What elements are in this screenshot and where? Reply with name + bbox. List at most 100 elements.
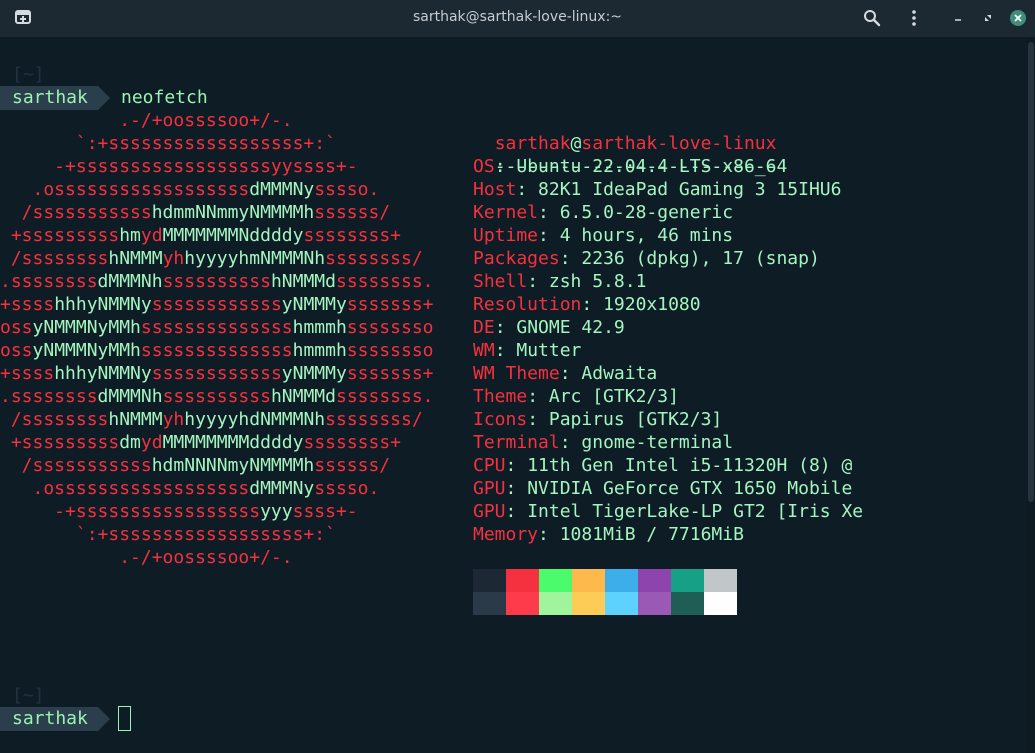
new-tab-icon[interactable]: [11, 7, 35, 29]
logo-segment: dMMMNh: [97, 271, 163, 292]
logo-segment: dMMMNh: [97, 386, 163, 407]
logo-line: -+ssssssssssssssssssyyssss+-: [0, 155, 412, 178]
terminal-cursor[interactable]: [118, 706, 131, 731]
logo-segment: dMMMNy: [249, 179, 315, 200]
info-row: Icons: Papirus [GTK2/3]: [473, 409, 723, 430]
logo-segment: ssssssss+: [303, 432, 412, 453]
palette-swatch: [539, 592, 572, 615]
logo-line: .-/+oossssoo+/-.: [0, 546, 412, 569]
logo-segment: ssssssss/: [325, 248, 434, 269]
logo-line: +sssssssssdmydMMMMMMMMddddyssssssss+: [0, 431, 412, 454]
info-key: Kernel: [473, 202, 539, 223]
info-value: Mutter: [516, 340, 582, 361]
scrollbar-thumb[interactable]: [1028, 42, 1034, 502]
info-key: Host: [473, 179, 517, 200]
prompt-dir: [~]: [12, 64, 45, 85]
scrollbar[interactable]: [1027, 38, 1035, 753]
logo-segment: hdmNNNNmyNMMMMh: [151, 455, 315, 476]
logo-segment: hmmmh: [292, 340, 347, 361]
logo-segment: ssssssss.: [335, 271, 434, 292]
logo-line: .ssssssssdMMMNhsssssssssshNMMMdssssssss.: [0, 270, 434, 293]
palette-swatch: [704, 569, 737, 592]
logo-segment: ssssssssss: [162, 271, 271, 292]
info-key: Resolution: [473, 294, 582, 315]
logo-segment: +ssss: [0, 363, 55, 384]
logo-segment: .-/+oossssoo+/-.: [0, 547, 412, 568]
prompt-arrow: [98, 86, 110, 110]
logo-line: .ossssssssssssssssssdMMMNysssso.: [0, 477, 412, 500]
info-row: Memory: 1081MiB / 7716MiB: [473, 524, 744, 545]
info-row: Shell: zsh 5.8.1: [473, 271, 647, 292]
minimize-icon[interactable]: [946, 7, 970, 29]
logo-line: +sssshhhyNMMNyssssssssssssyNMMMysssssss+: [0, 362, 434, 385]
logo-line: /sssssssshNMMMyhhyyyyhmNMMMNhssssssss/: [0, 247, 434, 270]
close-icon[interactable]: [1006, 7, 1030, 29]
logo-segment: .ossssssssssssssssss: [0, 478, 250, 499]
logo-segment: hyyyyhdNMMMNh: [184, 409, 326, 430]
palette-swatch: [506, 569, 539, 592]
logo-segment: /sssssssssss: [0, 455, 152, 476]
logo-segment: +sssssssss: [0, 432, 120, 453]
palette-swatch: [671, 569, 704, 592]
logo-line: .ossssssssssssssssssdMMMNysssso.: [0, 178, 412, 201]
logo-segment: yNMMMy: [281, 294, 347, 315]
info-key: OS: [473, 156, 495, 177]
logo-segment: ssssssssss: [162, 386, 271, 407]
logo-segment: yNMMMy: [281, 363, 347, 384]
info-key: Terminal: [473, 432, 560, 453]
prompt-user-2: sarthak: [0, 707, 98, 731]
logo-segment: dm: [119, 432, 141, 453]
logo-segment: `:+ssssssssssssssssss+:`: [0, 524, 412, 545]
logo-segment: .-/+oossssoo+/-.: [0, 110, 412, 131]
info-key: WM: [473, 340, 495, 361]
info-value: NVIDIA GeForce GTX 1650 Mobile: [527, 478, 853, 499]
info-row: Kernel: 6.5.0-28-generic: [473, 202, 734, 223]
info-row: GPU: NVIDIA GeForce GTX 1650 Mobile: [473, 478, 853, 499]
logo-segment: ssss+-: [292, 501, 412, 522]
logo-segment: ssssssssssssss: [140, 340, 293, 361]
logo-line: -+sssssssssssssssssyyyssss+-: [0, 500, 412, 523]
title-bar: sarthak@sarthak-love-linux:~: [0, 0, 1035, 38]
logo-segment: hNMMMd: [270, 271, 336, 292]
info-value: Adwaita: [581, 363, 658, 384]
logo-line: `:+ssssssssssssssssss+:`: [0, 132, 412, 155]
logo-line: .ssssssssdMMMNhsssssssssshNMMMdssssssss.: [0, 385, 434, 408]
info-row: Uptime: 4 hours, 46 mins: [473, 225, 734, 246]
logo-line: `:+ssssssssssssssssss+:`: [0, 523, 412, 546]
logo-segment: hNMMM: [108, 409, 163, 430]
logo-segment: hNMMM: [108, 248, 163, 269]
info-value: zsh 5.8.1: [548, 271, 647, 292]
logo-line: +ssssssssshmydMMMMMMMNddddyssssssss+: [0, 224, 412, 247]
info-value: Ubuntu 22.04.4 LTS x86_64: [516, 156, 788, 177]
info-row: DE: GNOME 42.9: [473, 317, 625, 338]
info-value: 2236 (dpkg), 17 (snap): [581, 248, 820, 269]
logo-segment: MMMMMMMMddddy: [162, 432, 304, 453]
prompt-user: sarthak: [0, 86, 98, 110]
logo-segment: yh: [162, 409, 185, 430]
palette-swatch: [539, 569, 572, 592]
info-key: Icons: [473, 409, 528, 430]
logo-line: /ssssssssssshdmmNNmmyNMMMMhssssss/: [0, 201, 412, 224]
search-icon[interactable]: [860, 7, 884, 29]
logo-segment: ssssssss+: [303, 225, 412, 246]
logo-segment: MMMMMMMNddddy: [162, 225, 304, 246]
info-value: Papirus [GTK2/3]: [548, 409, 723, 430]
info-value: Intel TigerLake-LP GT2 [Iris Xe: [527, 501, 864, 522]
logo-segment: dMMMNy: [249, 478, 315, 499]
prompt-arrow-2: [98, 707, 110, 731]
info-row: GPU: Intel TigerLake-LP GT2 [Iris Xe: [473, 501, 864, 522]
info-value: gnome-terminal: [581, 432, 734, 453]
logo-segment: hhhyNMMNy: [54, 294, 152, 315]
logo-segment: yd: [140, 225, 163, 246]
restore-icon[interactable]: [976, 7, 1000, 29]
menu-icon[interactable]: [902, 7, 926, 29]
logo-segment: yNMMMNyMMh: [32, 317, 141, 338]
palette-swatch: [572, 592, 605, 615]
logo-segment: oss: [0, 340, 33, 361]
logo-segment: sssssss+: [346, 363, 434, 384]
logo-segment: +ssss: [0, 294, 55, 315]
info-key: Shell: [473, 271, 528, 292]
command-text: neofetch: [121, 87, 208, 108]
logo-segment: ssssss/: [314, 455, 412, 476]
palette-swatch: [473, 569, 506, 592]
